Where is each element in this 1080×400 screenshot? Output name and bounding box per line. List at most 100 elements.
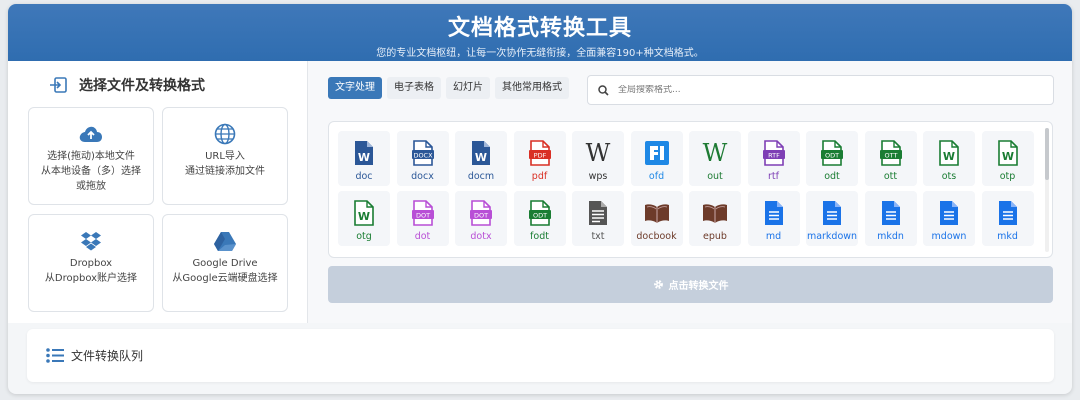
svg-text:W: W [943,150,955,163]
header-banner: 文档格式转换工具 您的专业文档枢纽，让每一次协作无缝衔接，全面兼容190+种文档… [8,4,1072,61]
format-item-md[interactable]: md [747,191,800,246]
format-label: doc [355,171,373,182]
app-window: 文档格式转换工具 您的专业文档枢纽，让每一次协作无缝衔接，全面兼容190+种文档… [8,4,1072,394]
google-drive-card[interactable]: Google Drive 从Google云端硬盘选择 [162,214,288,312]
book-icon [701,199,729,227]
format-item-otp[interactable]: Wotp [981,131,1034,186]
docx-file-icon: DOCX [409,139,437,167]
format-grid-container: Wdoc DOCX docx Wdocm PDF pdf Wwps ofd Wout RTF rtf… [328,121,1053,258]
format-item-pdf[interactable]: PDF pdf [513,131,566,186]
w-outline-file-icon: W [350,199,378,227]
format-item-wps[interactable]: Wwps [572,131,624,186]
google-drive-icon [213,230,237,252]
tab-other-formats[interactable]: 其他常用格式 [495,77,569,99]
format-item-ott[interactable]: OTT ott [864,131,917,186]
scrollbar-thumb[interactable] [1045,128,1049,180]
source-panel-title-text: 选择文件及转换格式 [79,78,205,94]
format-item-docbook[interactable]: docbook [630,191,683,246]
format-item-otg[interactable]: Wotg [338,191,390,246]
google-drive-title: Google Drive [192,258,258,269]
format-label: docx [411,171,434,182]
format-label: fodt [530,231,549,242]
word-file-icon: W [467,139,495,167]
w-outline-file-icon: W [935,139,963,167]
page-title: 文档格式转换工具 [447,16,632,41]
wikipedia-w-icon: W [584,139,612,167]
format-item-mkd[interactable]: mkd [981,191,1034,246]
format-item-markdown[interactable]: markdown [806,191,858,246]
list-icon [46,348,64,363]
odt-file-icon: ODT [526,199,554,227]
url-import-card[interactable]: URL导入 通过链接添加文件 [162,107,288,205]
svg-text:W: W [475,151,487,164]
convert-button[interactable]: 点击转换文件 [328,266,1053,303]
format-label: dotx [470,231,492,242]
globe-icon [213,123,237,145]
format-item-fodt[interactable]: ODT fodt [513,191,566,246]
search-icon [588,84,618,96]
format-item-ots[interactable]: Wots [923,131,975,186]
doc-lines-icon [877,199,905,227]
format-label: epub [703,231,727,242]
svg-text:OTT: OTT [884,151,897,159]
format-item-docm[interactable]: Wdocm [455,131,507,186]
format-label: md [765,231,782,242]
format-item-mdown[interactable]: mdown [923,191,975,246]
format-label: otp [999,171,1016,182]
format-label: docm [467,171,495,182]
svg-text:W: W [358,151,370,164]
format-label: odt [824,171,840,182]
local-file-desc: 从本地设备（多）选择 [41,166,141,177]
tab-slides[interactable]: 幻灯片 [446,77,490,99]
word-file-icon: W [350,139,378,167]
dropbox-title: Dropbox [69,258,113,269]
svg-text:ODT: ODT [532,211,546,219]
file-import-icon [49,77,67,93]
format-item-txt[interactable]: txt [572,191,624,246]
format-label: markdown [806,231,858,242]
format-label: otg [356,231,372,242]
book-icon [643,199,671,227]
svg-text:W: W [703,142,728,164]
conversion-queue-panel: 文件转换队列 [27,329,1054,382]
format-category-tabs: 文字处理 电子表格 幻灯片 其他常用格式 [328,77,569,99]
format-item-epub[interactable]: epub [689,191,741,246]
format-grid-scrollbar[interactable] [1045,128,1049,252]
local-file-title: 选择(拖动)本地文件 [47,151,135,162]
svg-text:DOT: DOT [415,211,429,219]
format-label: txt [591,231,605,242]
format-item-out[interactable]: Wout [689,131,741,186]
format-item-docx[interactable]: DOCX docx [396,131,449,186]
format-label: dot [414,231,431,242]
format-item-dotx[interactable]: DOT dotx [455,191,507,246]
format-item-ofd[interactable]: ofd [630,131,683,186]
source-panel-title: 选择文件及转换格式 [49,75,205,95]
ofd-icon [643,139,671,167]
format-label: wps [588,171,608,182]
gear-icon [653,279,664,290]
dropbox-card[interactable]: Dropbox 从Dropbox账户选择 [28,214,154,312]
dot-file-icon: DOT [467,199,495,227]
local-file-upload-card[interactable]: 选择(拖动)本地文件 从本地设备（多）选择 或拖放 [28,107,154,205]
rtf-file-icon: RTF [760,139,788,167]
tab-spreadsheet[interactable]: 电子表格 [387,77,441,99]
doc-lines-icon [935,199,963,227]
svg-text:PDF: PDF [533,151,546,159]
format-item-doc[interactable]: Wdoc [338,131,390,186]
text-file-icon [584,199,612,227]
format-grid: Wdoc DOCX docx Wdocm PDF pdf Wwps ofd Wout RTF rtf… [338,131,1034,246]
pdf-file-icon: PDF [526,139,554,167]
odt-file-icon: ODT [818,139,846,167]
format-search-input[interactable] [618,85,1018,95]
format-item-mkdn[interactable]: mkdn [864,191,917,246]
cloud-upload-icon [79,123,103,145]
format-item-dot[interactable]: DOT dot [396,191,449,246]
svg-text:RTF: RTF [768,151,780,159]
format-item-odt[interactable]: ODT odt [806,131,858,186]
local-file-desc-2: 或拖放 [76,181,106,192]
dropbox-icon [79,230,103,252]
format-label: mkd [997,231,1018,242]
tab-word-processing[interactable]: 文字处理 [328,77,382,99]
format-item-rtf[interactable]: RTF rtf [747,131,800,186]
svg-text:DOCX: DOCX [413,151,433,159]
